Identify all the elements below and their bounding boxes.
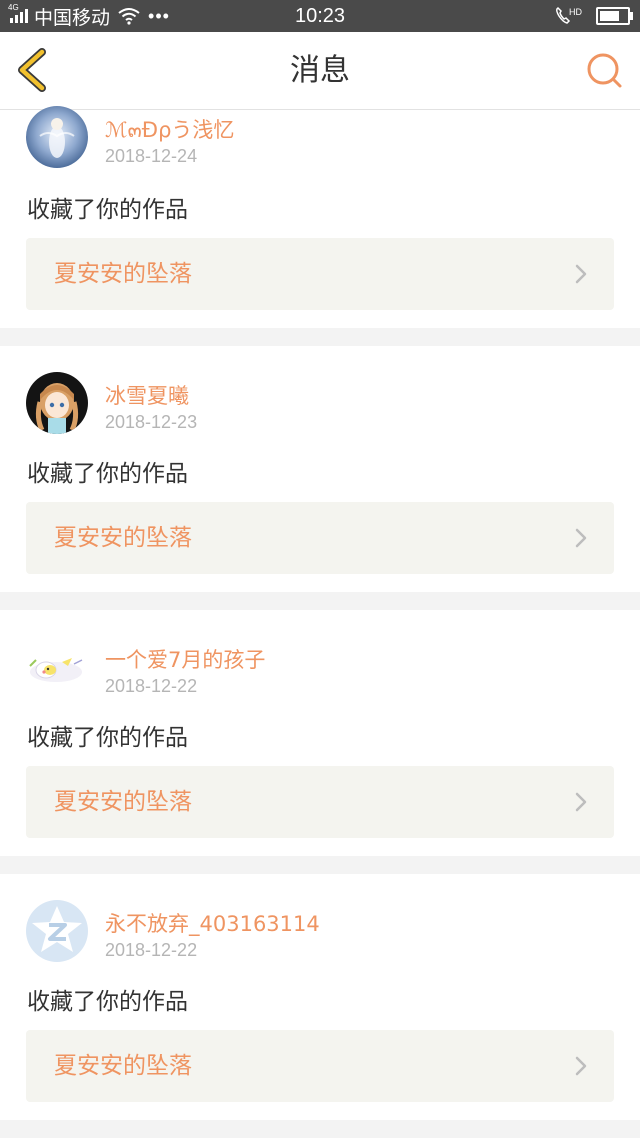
notification-date: 2018-12-22: [105, 676, 198, 696]
svg-text:HD: HD: [569, 7, 582, 17]
chevron-right-icon: [575, 528, 587, 548]
avatar[interactable]: [26, 900, 88, 962]
notification-action: 收藏了你的作品: [27, 725, 188, 751]
divider: [0, 328, 640, 346]
notification-list: ℳ๓Ðρう浅忆 2018-12-24 收藏了你的作品 夏安安的坠落 冰雪夏曦 2…: [0, 106, 640, 1120]
status-time: 10:23: [294, 5, 346, 27]
avatar[interactable]: [26, 372, 88, 434]
work-title: 夏安安的坠落: [54, 261, 192, 287]
page-title: 消息: [290, 53, 350, 88]
work-title: 夏安安的坠落: [54, 789, 192, 815]
divider: [0, 592, 640, 610]
work-link[interactable]: 夏安安的坠落: [26, 766, 614, 838]
avatar[interactable]: [26, 636, 88, 698]
notification-card: 冰雪夏曦 2018-12-23 收藏了你的作品 夏安安的坠落: [0, 346, 640, 592]
username[interactable]: 冰雪夏曦: [105, 380, 189, 410]
status-bar: 4G 中国移动 ••• 10:23 HD: [0, 0, 640, 32]
work-link[interactable]: 夏安安的坠落: [26, 238, 614, 310]
status-right: HD: [554, 0, 633, 32]
nav-bar: 消息: [0, 32, 640, 110]
notification-date: 2018-12-24: [105, 146, 198, 166]
username[interactable]: ℳ๓Ðρう浅忆: [105, 114, 234, 147]
notification-card: 一个爱7月的孩子 2018-12-22 收藏了你的作品 夏安安的坠落: [0, 610, 640, 856]
chevron-right-icon: [575, 1056, 587, 1076]
notification-action: 收藏了你的作品: [27, 197, 188, 223]
search-icon[interactable]: [586, 52, 624, 90]
notification-action: 收藏了你的作品: [27, 989, 188, 1015]
work-link[interactable]: 夏安安的坠落: [26, 1030, 614, 1102]
notification-action: 收藏了你的作品: [27, 461, 188, 487]
chevron-right-icon: [575, 264, 587, 284]
username[interactable]: 永不放弃_403163114: [105, 908, 320, 938]
avatar[interactable]: [26, 106, 88, 168]
divider: [0, 856, 640, 874]
work-title: 夏安安的坠落: [54, 525, 192, 551]
chevron-right-icon: [575, 792, 587, 812]
work-link[interactable]: 夏安安的坠落: [26, 502, 614, 574]
work-title: 夏安安的坠落: [54, 1053, 192, 1079]
battery-icon: [596, 7, 633, 25]
notification-card: ℳ๓Ðρう浅忆 2018-12-24 收藏了你的作品 夏安安的坠落: [0, 106, 640, 328]
notification-date: 2018-12-23: [105, 412, 198, 432]
username[interactable]: 一个爱7月的孩子: [105, 644, 265, 674]
hd-call-icon: HD: [556, 6, 582, 24]
notification-date: 2018-12-22: [105, 940, 198, 960]
notification-card: 永不放弃_403163114 2018-12-22 收藏了你的作品 夏安安的坠落: [0, 874, 640, 1120]
